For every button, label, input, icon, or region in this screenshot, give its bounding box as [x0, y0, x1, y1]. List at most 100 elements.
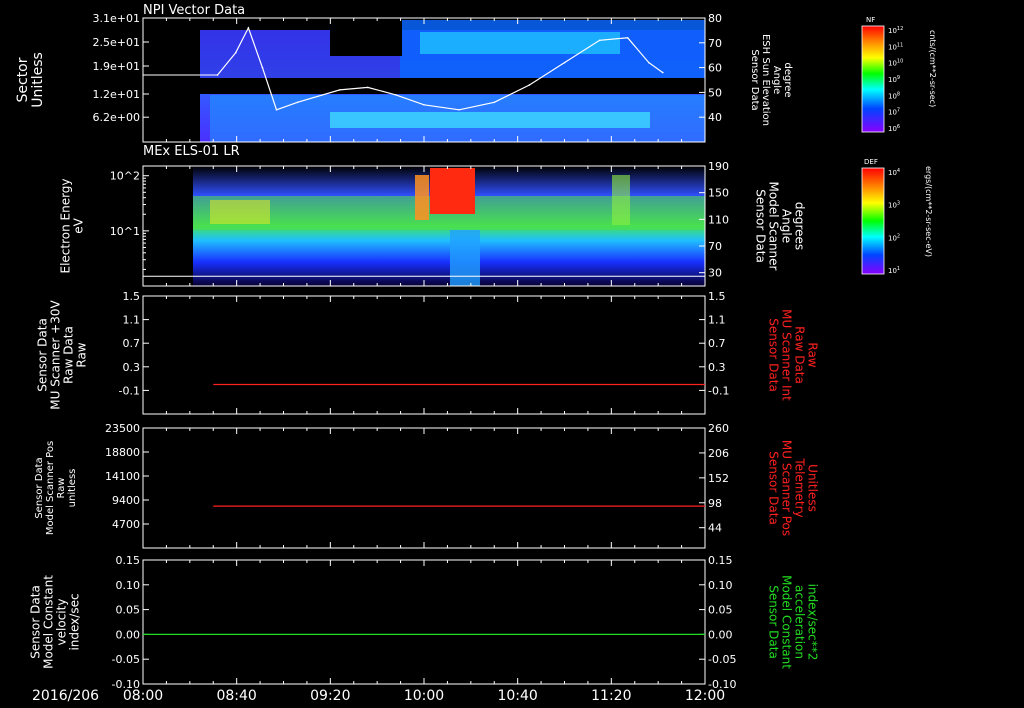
sun-elevation-point: [458, 108, 460, 111]
time-tick-label: 08:00: [123, 688, 163, 704]
els-right-ylabel-line: Sensor Data: [754, 189, 768, 263]
npi-colorbar: NF 1012 1011 1010 109 108 107 106 cnts/(cm**2-…: [861, 16, 937, 133]
npi-right-ylabel: Sensor Data ESH Sun Elevation Angle degree: [749, 34, 793, 126]
sun-elevation-point: [247, 27, 250, 29]
els-right-ytick-label: 30: [708, 267, 722, 280]
time-tick-label: 08:40: [216, 688, 256, 704]
panel3-ylabel-line: MU Scanner +30V: [49, 300, 63, 410]
panel-3-frame: [142, 295, 706, 415]
colorbar-tick-label: 108: [888, 91, 900, 100]
panel5-right-ytick-label: 0.10: [708, 579, 733, 592]
sun-elevation-point: [528, 84, 531, 86]
panel5-ytick-label: 0.05: [116, 604, 141, 617]
colorbar-tick-label: 102: [888, 233, 900, 242]
panel4-right-ylabel: Sensor Data MU Scanner Pos Telemetry Unitle…: [767, 440, 820, 536]
panel3-right-ylabel-line: Raw: [806, 342, 820, 367]
els-panel: MEx ELS-01 LR: [143, 144, 705, 286]
panel5-ytick-label: -0.05: [112, 653, 140, 666]
panel5-ylabel: Sensor Data Model Constant velocity index/s…: [29, 575, 82, 669]
els-ylabel-line: eV: [72, 217, 86, 233]
panel4-right-ytick-label: 98: [708, 497, 722, 510]
panel4-ylabel-line: Raw: [56, 477, 67, 498]
colorbar-tick-label: 106: [888, 124, 900, 133]
panel4-right-ylabel-line: Unitless: [806, 464, 820, 512]
panel3-ytick-label: 1.5: [123, 290, 141, 303]
els-orange-streak: [415, 175, 429, 220]
npi-right-ylabel-line: degree: [782, 62, 793, 97]
colorbar-tick-label: 1010: [888, 59, 903, 68]
panel5-right-ylabel-line: index/sec**2: [806, 584, 820, 661]
npi-right-ytick-label: 60: [708, 62, 722, 75]
time-tick-label: 11:20: [591, 688, 631, 704]
time-tick-label: 12:00: [685, 688, 725, 704]
panel4-right-ytick-label: 260: [708, 422, 729, 435]
colorbar-tick-label: 107: [888, 108, 900, 117]
panel3-right-ylabel: Sensor Data MU Scanner Int Raw Data Raw: [767, 309, 820, 401]
panel3-ytick-label: 0.3: [123, 361, 141, 374]
els-ytick-label: 10^2: [110, 170, 140, 183]
els-right-ylabel-line: Model Scanner: [767, 182, 781, 271]
stacked-time-series-plot: NPI Vector Data MEx ELS-01 LR 3.1e+012.5…: [15, 3, 937, 704]
panel4-ylabel-line: Model Scanner Pos: [45, 441, 56, 535]
els-colorbar-title: ergs/(cm**2-sr-sec-eV): [924, 166, 933, 257]
panel5-ytick-label: 0.10: [116, 579, 141, 592]
npi-colorbar-label: NF: [866, 16, 875, 24]
panel4-right-ytick-label: 206: [708, 447, 729, 460]
panel-5-frame: [142, 559, 706, 685]
npi-right-ylabel-line: ESH Sun Elevation: [760, 34, 771, 126]
els-yellow-patch: [210, 200, 270, 224]
els-heatmap: [193, 166, 705, 286]
sun-elevation-point: [563, 61, 566, 64]
sun-elevation-point: [338, 89, 341, 91]
els-red-burst: [430, 168, 475, 214]
panel3-right-ytick-label: -0.1: [708, 384, 729, 397]
sun-elevation-point: [275, 108, 278, 111]
npi-ylabel: Sector Unitless: [15, 52, 46, 108]
colorbar-tick-label: 1012: [888, 26, 903, 35]
panel3-right-ytick-label: 1.1: [708, 314, 726, 327]
els-ytick-label: 10^1: [110, 225, 140, 238]
npi-ylabel-line: Sector: [15, 57, 31, 102]
sun-elevation-point: [626, 37, 629, 39]
panel5-ytick-label: 0.15: [116, 554, 141, 567]
plot-stage: NPI Vector Data MEx ELS-01 LR 3.1e+01 2.…: [0, 0, 1024, 708]
npi-ytick-label: 2.5e+01: [93, 36, 140, 49]
time-axis: 2016/206 08:00 08:40 09:20 10:00 10:40 11:20 1…: [32, 688, 725, 704]
time-tick-label: 10:40: [497, 688, 537, 704]
npi-colorbar-gradient: [861, 25, 885, 133]
els-colorbar-gradient: [861, 167, 885, 275]
sun-elevation-point: [662, 71, 664, 74]
npi-title: NPI Vector Data: [143, 3, 245, 18]
els-right-ytick-label: 150: [708, 187, 729, 200]
panel5-right-ytick-label: -0.05: [708, 653, 736, 666]
npi-ytick-label: 3.1e+01: [93, 12, 140, 25]
panel3-ytick-label: -0.1: [119, 384, 140, 397]
sun-elevation-point: [493, 101, 496, 104]
colorbar-tick-label: 104: [888, 168, 900, 177]
panel5-right-ytick-label: 0.15: [708, 554, 733, 567]
colorbar-tick-label: 103: [888, 201, 900, 210]
panel5-ytick-label: 0.00: [116, 628, 141, 641]
panel4-ylabel-line: Sensor Data: [34, 457, 45, 518]
npi-dark-patch: [330, 20, 402, 56]
panel4-ylabel: Sensor Data Model Scanner Pos Raw unitless: [34, 441, 78, 535]
panel4-right-ylabel-line: MU Scanner Pos: [780, 440, 794, 536]
panel-4-frame: [142, 427, 706, 549]
panel4-ytick-label: 18800: [105, 446, 140, 459]
panel3-ytick-label: 1.1: [123, 314, 141, 327]
panel5-ylabel-line: index/sec: [68, 593, 82, 650]
panel3-right-ylabel-line: Sensor Data: [767, 318, 781, 392]
panel4-ytick-label: 23500: [105, 422, 140, 435]
npi-ytick-label: 6.2e+00: [93, 111, 140, 124]
panel4-ylabel-line: unitless: [67, 469, 78, 508]
npi-ytick-label: 1.9e+01: [93, 60, 140, 73]
els-blue-streak: [450, 230, 480, 286]
panel4-right-ylabel-line: Sensor Data: [767, 451, 781, 525]
panel4-ytick-label: 9400: [112, 494, 140, 507]
npi-ylabel-line: Unitless: [30, 52, 46, 108]
sun-elevation-point: [423, 104, 425, 106]
panel3-right-ylabel-line: MU Scanner Int: [780, 309, 794, 401]
panel5-right-ylabel-line: acceleration: [793, 585, 807, 659]
panel3-right-ytick-label: 0.3: [708, 361, 726, 374]
panel3-ylabel-line: Sensor Data: [36, 318, 50, 392]
